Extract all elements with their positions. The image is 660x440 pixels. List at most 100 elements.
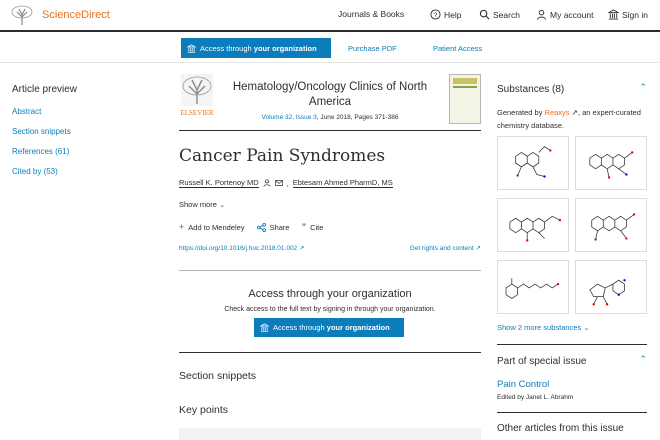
svg-text:ELSEVIER: ELSEVIER (180, 109, 213, 117)
molecule-image (515, 146, 552, 178)
reaxys-link[interactable]: Reaxys (545, 108, 570, 117)
external-link-icon: ↗ (299, 245, 305, 252)
institution-icon (260, 323, 269, 332)
pain-control-link[interactable]: Pain Control (497, 379, 549, 390)
access-org-button-main[interactable]: Access through your organization (254, 318, 404, 337)
chevron-down-icon: ⌄ (219, 200, 226, 209)
access-prefix: Access through (200, 43, 254, 53)
search-link[interactable]: Search (479, 9, 520, 20)
gen-prefix: Generated by (497, 108, 545, 117)
show-more-substances[interactable]: Show 2 more substances ⌄ (497, 323, 590, 332)
access-btn-bold: your organization (326, 323, 390, 332)
rights-link[interactable]: Get rights and content (410, 245, 474, 252)
substance-structure[interactable] (497, 260, 569, 314)
other-articles-heading: Other articles from this issue (497, 423, 624, 434)
volume-info: Volume 32, Issue 3, June 2018, Pages 371… (219, 114, 441, 121)
top-header: ScienceDirect Journals & Books ? Help Se… (0, 0, 660, 32)
patient-access-link[interactable]: Patient Access (433, 44, 482, 53)
chevron-up-icon[interactable]: ⌃ (639, 354, 647, 365)
institution-icon (608, 9, 619, 20)
molecule-image (589, 151, 634, 179)
help-link[interactable]: ? Help (430, 9, 461, 20)
add-mendeley-label: Add to Mendeley (188, 222, 245, 232)
author-portenoy[interactable]: Russell K. Portenoy MD (179, 178, 259, 188)
share-label: Share (269, 222, 290, 232)
article-actions: + Add to Mendeley Share ” Cite (179, 222, 323, 232)
svg-text:?: ? (434, 12, 438, 19)
nav-cited-by[interactable]: Cited by (53) (12, 167, 152, 176)
molecule-image (509, 215, 562, 242)
doi-link[interactable]: https://doi.org/10.1016/j.hoc.2018.01.00… (179, 245, 297, 252)
article-preview-nav: Article preview Abstract Section snippet… (12, 84, 152, 187)
author-ahmed[interactable]: Ebtesam Ahmed PharmD, MS (292, 178, 393, 188)
substance-structure[interactable] (575, 260, 647, 314)
nav-references[interactable]: References (61) (12, 147, 152, 156)
sign-in-label: Sign in (622, 9, 648, 20)
substances-heading: Substances (8) (497, 84, 565, 95)
key-points-heading: Key points (179, 404, 229, 416)
article-preview-heading: Article preview (12, 84, 78, 95)
share-icon (256, 222, 266, 232)
volume-issue-link[interactable]: Volume 32, Issue 3 (262, 114, 317, 121)
sign-in-link[interactable]: Sign in (608, 9, 648, 20)
external-link-icon: ↗ (475, 245, 481, 252)
access-btn-prefix: Access through (273, 323, 327, 332)
user-icon (536, 9, 547, 20)
special-issue-heading: Part of special issue (497, 356, 587, 367)
divider (179, 270, 481, 271)
help-label: Help (444, 9, 462, 20)
journals-books-link[interactable]: Journals & Books (338, 9, 404, 19)
molecule-image (505, 278, 560, 300)
chevron-up-icon[interactable]: ⌃ (639, 82, 647, 93)
doi-line: https://doi.org/10.1016/j.hoc.2018.01.00… (179, 244, 304, 252)
authors-line: Russell K. Portenoy MD , Ebtesam Ahmed P… (179, 178, 393, 188)
share-button[interactable]: Share (256, 222, 290, 232)
journals-books-label: Journals & Books (338, 9, 405, 19)
molecule-image (589, 279, 626, 306)
article-title: Cancer Pain Syndromes (179, 146, 386, 166)
nav-abstract[interactable]: Abstract (12, 107, 152, 116)
molecule-image (591, 213, 636, 241)
access-bar: Access through your organization Purchas… (0, 33, 660, 63)
volume-date-pages: , June 2018, Pages 371-386 (316, 114, 399, 121)
elsevier-logo[interactable]: ELSEVIER (179, 74, 215, 118)
divider (179, 352, 481, 353)
rights-line: Get rights and content ↗ (410, 244, 481, 252)
substance-structure[interactable] (497, 136, 569, 190)
nav-section-snippets[interactable]: Section snippets (12, 127, 152, 136)
quote-icon: ” (301, 222, 307, 232)
divider (497, 344, 647, 345)
substance-structure[interactable] (497, 198, 569, 252)
chevron-down-icon: ⌄ (583, 323, 590, 332)
access-bold: your organization (253, 43, 317, 53)
reaxys-note: Generated by Reaxys ↗, an expert-curated… (497, 106, 647, 132)
substance-structure[interactable] (575, 198, 647, 252)
journal-title[interactable]: Hematology/Oncology Clinics of North Ame… (219, 80, 441, 110)
access-heading: Access through your organization (248, 288, 412, 300)
key-points-box (179, 428, 481, 440)
show-more-button[interactable]: Show more ⌄ (179, 200, 225, 209)
show-more-substances-label: Show 2 more substances (497, 323, 582, 332)
access-org-button[interactable]: Access through your organization (181, 38, 331, 58)
search-icon (479, 9, 490, 20)
cite-button[interactable]: ” Cite (302, 222, 324, 232)
journal-cover-image[interactable] (449, 74, 481, 124)
my-account-link[interactable]: My account (536, 9, 593, 20)
substance-structure[interactable] (575, 136, 647, 190)
add-to-mendeley-button[interactable]: + Add to Mendeley (179, 222, 245, 232)
email-icon[interactable] (274, 179, 283, 187)
cite-label: Cite (310, 222, 324, 232)
plus-icon: + (179, 222, 185, 232)
brand-link[interactable]: ScienceDirect (42, 9, 110, 21)
divider (497, 412, 647, 413)
help-icon: ? (430, 9, 441, 20)
purchase-pdf-link[interactable]: Purchase PDF (348, 44, 397, 53)
person-icon (263, 179, 271, 187)
divider (179, 130, 481, 131)
institution-icon (187, 43, 196, 53)
elsevier-tree-logo[interactable] (10, 5, 34, 27)
my-account-label: My account (550, 9, 594, 20)
edited-by: Edited by Janet L. Abrahm (497, 394, 574, 401)
section-snippets-heading: Section snippets (179, 370, 257, 382)
access-description: Check access to the full text by signing… (224, 306, 436, 313)
